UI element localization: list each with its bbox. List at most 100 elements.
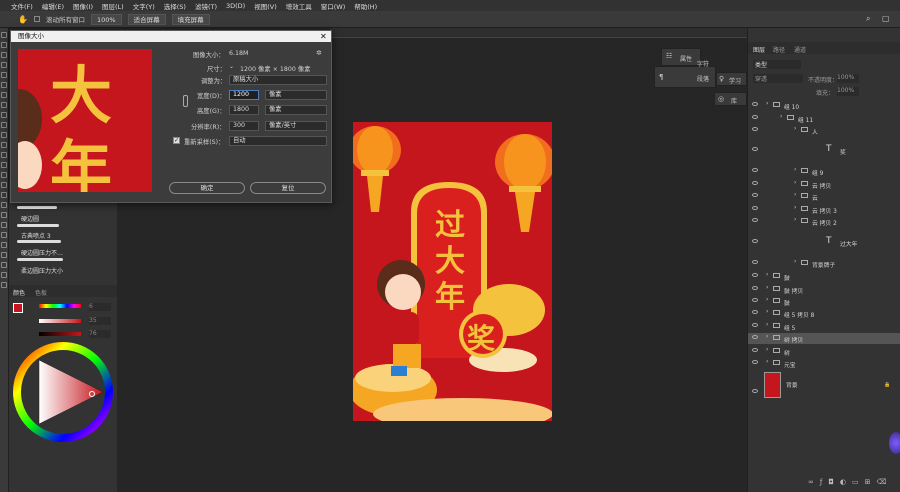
reset-button[interactable]: 复位	[250, 182, 326, 194]
brush-name[interactable]: 硬边圆压力不…	[21, 248, 63, 257]
layer-row[interactable]: T 过大年	[748, 236, 900, 248]
layer-row[interactable]: › 云	[748, 191, 900, 202]
eye-icon[interactable]	[752, 127, 758, 131]
tool-icon[interactable]	[1, 242, 7, 248]
trash-icon[interactable]: ⌫	[876, 478, 892, 486]
layer-row[interactable]: › 鼓	[748, 271, 900, 282]
layer-row[interactable]: › 组 5 拷贝 8	[748, 308, 900, 319]
gear-icon[interactable]: ✲	[316, 49, 322, 57]
eye-icon[interactable]	[752, 286, 758, 290]
chevron-right-icon[interactable]: ›	[766, 322, 768, 328]
preview-pane[interactable]: 大 年	[18, 49, 152, 192]
eye-icon[interactable]	[752, 181, 758, 185]
layer-row[interactable]: › 云 拷贝 3	[748, 204, 900, 215]
tool-icon[interactable]	[1, 52, 7, 58]
layer-row[interactable]: › 元宝	[748, 358, 900, 369]
hand-tool-icon[interactable]: ✋	[18, 15, 28, 24]
hue-slider[interactable]	[39, 304, 81, 308]
eye-icon[interactable]	[752, 239, 758, 243]
resample-select[interactable]: 自动	[229, 136, 327, 146]
layer-row[interactable]: › 树	[748, 346, 900, 357]
layer-row[interactable]: › 云 拷贝	[748, 179, 900, 190]
tool-icon[interactable]	[1, 82, 7, 88]
chevron-right-icon[interactable]: ›	[766, 272, 768, 278]
brush-name[interactable]: 硬边圆	[21, 214, 39, 223]
layer-row[interactable]: 🔒 背景	[748, 372, 900, 402]
library-panel[interactable]: ◎ 库	[714, 92, 747, 106]
eye-icon[interactable]	[752, 360, 758, 364]
chevron-right-icon[interactable]: ›	[794, 167, 796, 173]
layer-row[interactable]: › 人	[748, 125, 900, 136]
tool-icon[interactable]	[1, 282, 7, 288]
kind-filter[interactable]: 类型	[753, 60, 801, 69]
eye-icon[interactable]	[752, 260, 758, 264]
fill-value[interactable]: 100%	[837, 87, 859, 96]
chevron-right-icon[interactable]: ›	[794, 126, 796, 132]
tool-icon[interactable]	[1, 152, 7, 158]
color-tab[interactable]: 颜色	[13, 288, 25, 297]
resolution-input[interactable]: 300	[229, 121, 259, 131]
r-value[interactable]: 6	[89, 303, 111, 311]
brush-name[interactable]: 柔边圆压力大小	[21, 266, 63, 275]
fill-screen-button[interactable]: 填充屏幕	[171, 13, 210, 25]
chevron-right-icon[interactable]: ›	[794, 205, 796, 211]
menu-item[interactable]: 增效工具	[286, 1, 312, 11]
layer-row[interactable]: › 组 9	[748, 166, 900, 177]
chevron-right-icon[interactable]: ›	[766, 297, 768, 303]
chevron-right-icon[interactable]: ›	[766, 347, 768, 353]
layer-row[interactable]: › 云 拷贝 2	[748, 216, 900, 227]
eye-icon[interactable]	[752, 335, 758, 339]
tool-icon[interactable]	[1, 42, 7, 48]
opacity-value[interactable]: 100%	[837, 74, 859, 83]
search-icon[interactable]: ⌕	[866, 14, 870, 24]
eye-icon[interactable]	[752, 310, 758, 314]
tool-icon[interactable]	[1, 122, 7, 128]
width-input[interactable]: 1200	[229, 90, 259, 100]
chevron-right-icon[interactable]: ›	[794, 192, 796, 198]
learn-panel[interactable]: ♀ 学习	[716, 72, 747, 86]
tool-icon[interactable]	[1, 232, 7, 238]
properties-panel[interactable]: ☷ 属性	[661, 48, 701, 66]
chevron-right-icon[interactable]: ›	[766, 101, 768, 107]
chevron-right-icon[interactable]: ›	[794, 259, 796, 265]
link-icon[interactable]: ∞	[808, 478, 820, 486]
layer-row[interactable]: › 鼓	[748, 296, 900, 307]
eye-icon[interactable]	[752, 218, 758, 222]
chevron-right-icon[interactable]: ›	[766, 309, 768, 315]
chevron-right-icon[interactable]: ›	[794, 217, 796, 223]
eye-icon[interactable]	[752, 168, 758, 172]
height-unit-select[interactable]: 像素	[265, 105, 327, 115]
tool-icon[interactable]	[1, 192, 7, 198]
layers-tab[interactable]: 图层	[753, 45, 765, 54]
b-value[interactable]: 76	[89, 330, 111, 338]
g-value[interactable]: 35	[89, 317, 111, 325]
color-wheel[interactable]	[13, 342, 113, 442]
char-para-panel[interactable]: 字符 ¶ 段落	[654, 61, 716, 88]
tool-icon[interactable]	[1, 182, 7, 188]
tool-icon[interactable]	[1, 142, 7, 148]
width-unit-select[interactable]: 像素	[265, 90, 327, 100]
layer-row[interactable]: › 背景牌子	[748, 258, 900, 269]
eye-icon[interactable]	[752, 273, 758, 277]
close-icon[interactable]: ✕	[320, 31, 327, 42]
layer-row[interactable]: › 鼓 拷贝	[748, 284, 900, 295]
tool-icon[interactable]	[1, 172, 7, 178]
eye-icon[interactable]	[752, 115, 758, 119]
menu-item[interactable]: 图像(I)	[73, 1, 93, 11]
tool-icon[interactable]	[1, 112, 7, 118]
height-input[interactable]: 1800	[229, 105, 259, 115]
eye-icon[interactable]	[752, 147, 758, 151]
scroll-all-checkbox[interactable]	[33, 16, 40, 22]
chevron-right-icon[interactable]: ›	[794, 180, 796, 186]
menu-item[interactable]: 图层(L)	[102, 1, 124, 11]
tool-icon[interactable]	[1, 252, 7, 258]
menu-item[interactable]: 视图(V)	[254, 1, 277, 11]
chevron-right-icon[interactable]: ›	[766, 334, 768, 340]
menu-item[interactable]: 选择(S)	[164, 1, 186, 11]
foreground-swatch[interactable]	[13, 303, 23, 313]
brush-name[interactable]: 古典喷点 3	[21, 231, 51, 240]
zoom-value[interactable]: 100%	[90, 13, 122, 25]
brush-preset-list[interactable]: 硬边圆 古典喷点 3 硬边圆压力不… 柔边圆压力大小	[11, 206, 115, 278]
eye-icon[interactable]	[752, 389, 758, 393]
tool-icon[interactable]	[1, 102, 7, 108]
